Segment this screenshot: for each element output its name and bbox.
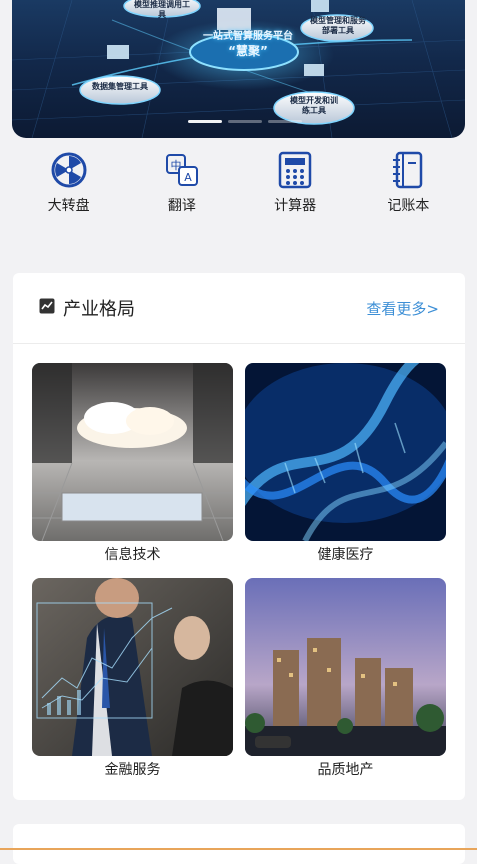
- tool-notebook[interactable]: 记账本: [358, 150, 458, 230]
- banner-label-left: 数据集管理工具: [92, 82, 148, 91]
- industry-card: 产业格局 查看更多> 信息技术 健康医疗 金融服务 品质地产: [13, 273, 465, 800]
- trend-chart-icon: [39, 298, 55, 318]
- banner-title: 一站式智算服务平台: [203, 31, 293, 42]
- industry-card-header: 产业格局 查看更多>: [13, 273, 465, 344]
- wheel-icon: [49, 150, 89, 190]
- banner-illustration: [12, 0, 465, 138]
- dna-helix-image: [245, 363, 446, 541]
- carousel-dot[interactable]: [268, 120, 302, 123]
- quick-tools-row: 大转盘 中 A 翻译 计算器 记账本: [12, 150, 465, 230]
- industry-item-info-tech[interactable]: 信息技术: [32, 363, 233, 563]
- industry-title: 产业格局: [63, 299, 135, 320]
- tool-translate[interactable]: 中 A 翻译: [132, 150, 232, 230]
- industry-label: 健康医疗: [317, 547, 374, 563]
- industry-label: 金融服务: [104, 762, 161, 778]
- cloud-datacenter-image: [32, 363, 233, 541]
- tool-label: 记账本: [387, 198, 430, 214]
- translate-icon: 中 A: [162, 150, 202, 190]
- finance-chart-image: [32, 578, 233, 756]
- industry-item-finance[interactable]: 金融服务: [32, 578, 233, 778]
- tool-label: 翻译: [167, 198, 196, 214]
- banner-subtitle: “慧聚”: [228, 44, 268, 58]
- banner-label-right: 模型开发和训练工具: [290, 96, 338, 115]
- banner-label-top-right: 模型管理和服务部署工具: [310, 16, 366, 35]
- tool-calculator[interactable]: 计算器: [245, 150, 345, 230]
- industry-grid: 信息技术 健康医疗 金融服务 品质地产: [32, 363, 446, 778]
- carousel-dot[interactable]: [188, 120, 222, 123]
- view-more-link[interactable]: 查看更多>: [366, 298, 439, 319]
- tool-label: 计算器: [274, 198, 317, 214]
- real-estate-buildings-image: [245, 578, 446, 756]
- tool-label: 大转盘: [47, 198, 90, 214]
- industry-label: 品质地产: [317, 762, 374, 778]
- industry-item-health[interactable]: 健康医疗: [245, 363, 446, 563]
- next-section-card: [13, 824, 465, 864]
- banner-label-top-left: 模型推理调用工具: [134, 0, 190, 19]
- industry-label: 信息技术: [104, 547, 161, 563]
- calculator-icon: [275, 150, 315, 190]
- carousel-dot[interactable]: [228, 120, 262, 123]
- industry-item-real-estate[interactable]: 品质地产: [245, 578, 446, 778]
- tool-wheel[interactable]: 大转盘: [19, 150, 119, 230]
- carousel-indicators: [188, 120, 302, 123]
- banner-center-title: 一站式智算服务平台 “慧聚”: [188, 30, 308, 58]
- promo-banner[interactable]: 模型推理调用工具 模型管理和服务部署工具 数据集管理工具 模型开发和训练工具 一…: [12, 0, 465, 138]
- svg-text:A: A: [184, 171, 192, 184]
- notebook-icon: [388, 150, 428, 190]
